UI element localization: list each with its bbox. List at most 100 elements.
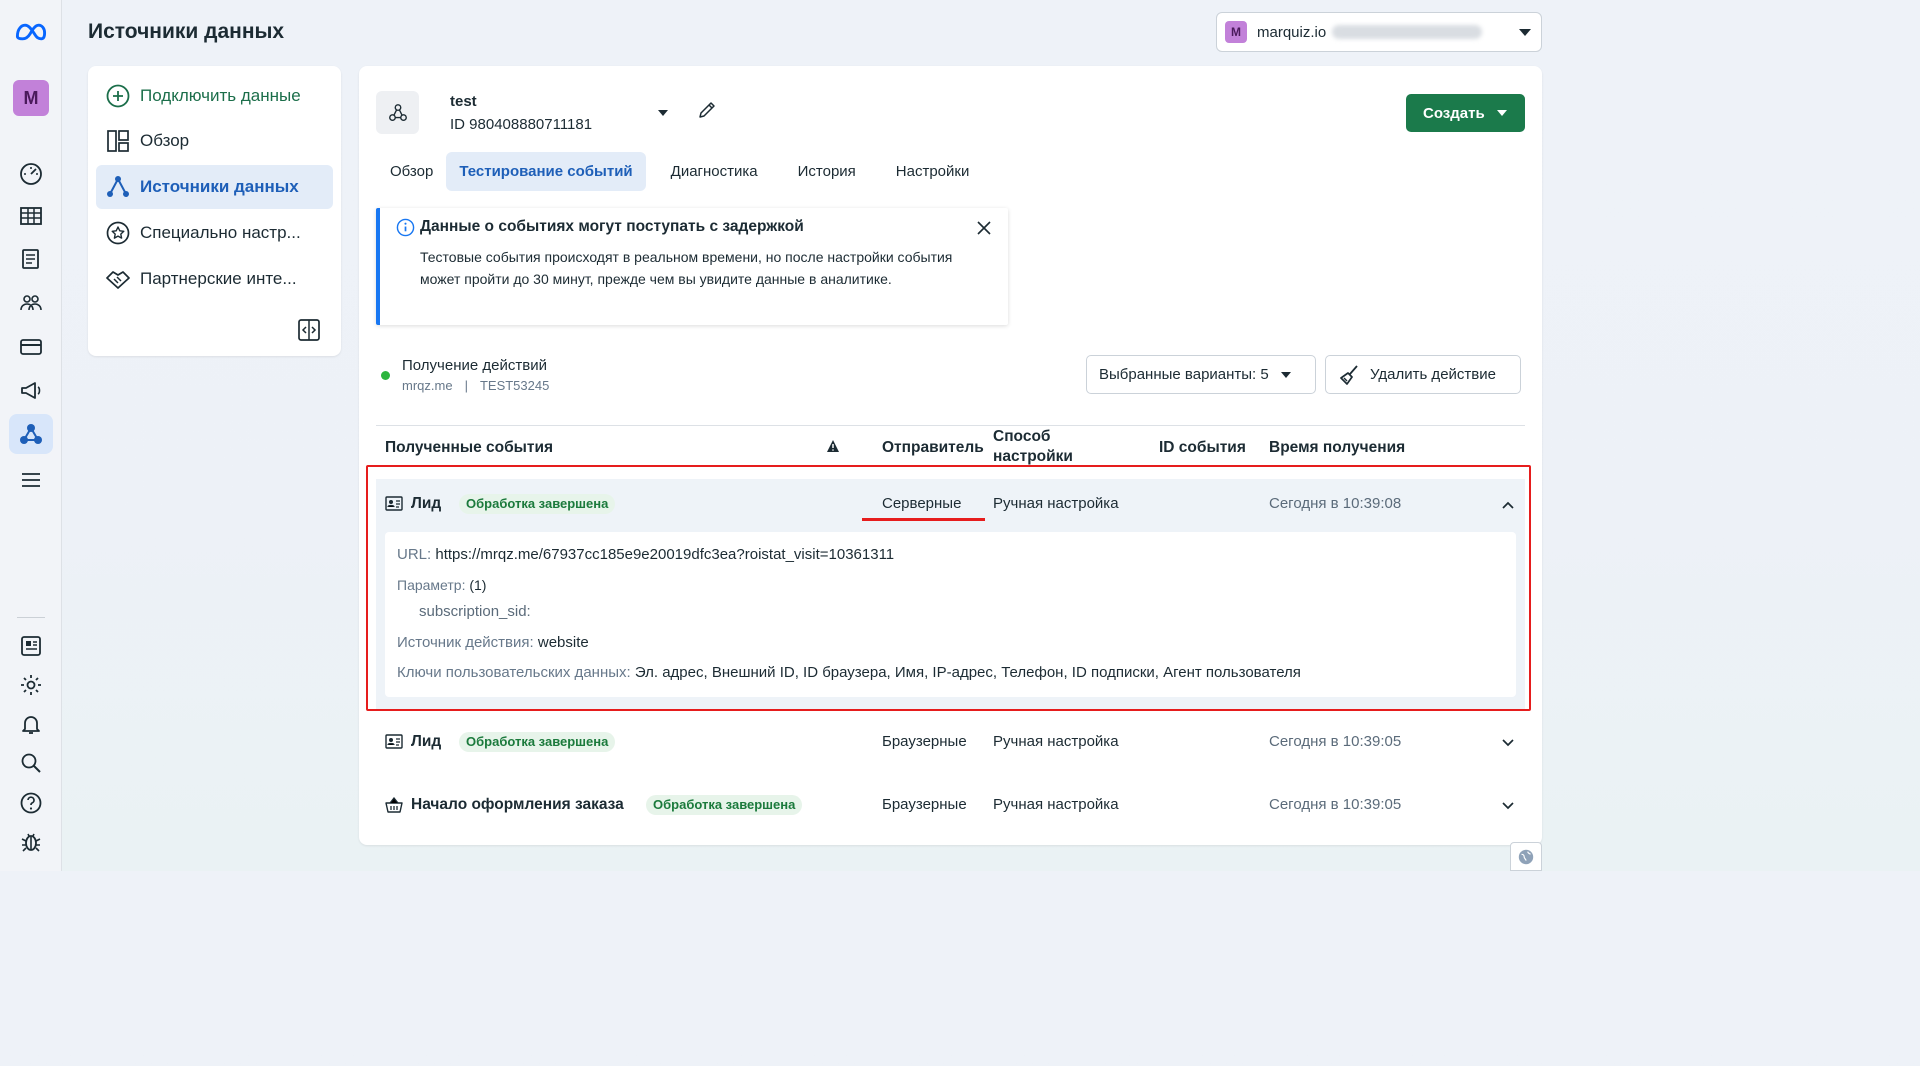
event-details: URL: https://mrqz.me/67937cc185e9e20019d… — [385, 532, 1516, 697]
collapse-sidebar-icon[interactable] — [297, 318, 321, 342]
add-circle-icon — [106, 84, 130, 108]
header-received-events: Полученные события — [385, 439, 554, 456]
lead-card-icon — [385, 734, 403, 749]
detail-source-value: website — [537, 634, 589, 651]
account-id-redacted — [1332, 25, 1483, 39]
events-manager-icon[interactable] — [9, 414, 53, 454]
status-title: Получение действий — [402, 357, 547, 374]
account-selector[interactable]: M marquiz.io — [1216, 12, 1542, 52]
header-setup-method: Способ настройки — [993, 428, 1073, 465]
status-badge: Обработка завершена — [459, 494, 616, 514]
nav-label: Подключить данные — [140, 86, 301, 105]
nav-partner-integrations[interactable]: Партнерские инте... — [96, 257, 333, 301]
left-rail: M — [0, 0, 62, 871]
settings-gear-icon[interactable] — [9, 665, 53, 705]
sender-highlight-underline — [862, 518, 985, 521]
info-icon — [396, 218, 415, 237]
header-event-id: ID события — [1159, 439, 1246, 456]
delete-action-label: Удалить действие — [1370, 366, 1496, 383]
detail-parameter-name: subscription_sid: — [419, 603, 531, 620]
notice-title: Данные о событиях могут поступать с заде… — [420, 218, 804, 235]
nav-overview[interactable]: Обзор — [96, 119, 333, 163]
pages-icon[interactable] — [9, 239, 53, 279]
delay-notice: Данные о событиях могут поступать с заде… — [376, 208, 1008, 325]
nav-custom-conversions[interactable]: Специально настр... — [96, 211, 333, 255]
bug-report-icon[interactable] — [9, 822, 53, 862]
detail-parameter-key: Параметр: — [397, 577, 466, 593]
status-badge: Обработка завершена — [459, 732, 616, 752]
detail-url: URL: https://mrqz.me/67937cc185e9e20019d… — [397, 546, 894, 563]
data-sources-icon — [107, 176, 129, 197]
event-sender: Браузерные — [882, 796, 967, 813]
event-sender: Браузерные — [882, 733, 967, 750]
create-button[interactable]: Создать — [1406, 94, 1525, 132]
handshake-icon — [106, 271, 130, 289]
sidebar-nav: Подключить данные Обзор Источники данных… — [88, 66, 341, 356]
delete-action-button[interactable]: Удалить действие — [1325, 355, 1521, 394]
chevron-up-icon[interactable] — [1501, 498, 1515, 512]
table-icon[interactable] — [9, 196, 53, 236]
header-received-time: Время получения — [1269, 439, 1406, 456]
chevron-down-icon — [1519, 28, 1531, 36]
nav-label: Источники данных — [140, 177, 299, 196]
audience-icon[interactable] — [9, 283, 53, 323]
billing-icon[interactable] — [9, 327, 53, 367]
status-active-dot — [381, 371, 390, 380]
nav-data-sources[interactable]: Источники данных — [96, 165, 333, 209]
detail-keys-key: Ключи пользовательских данных: — [397, 664, 631, 681]
tab-test-events[interactable]: Тестирование событий — [446, 152, 646, 191]
chevron-down-icon — [1496, 110, 1507, 116]
notifications-bell-icon[interactable] — [9, 704, 53, 744]
event-setup-method: Ручная настройка — [993, 733, 1119, 750]
header-sender: Отправитель — [882, 439, 984, 456]
account-avatar[interactable]: M — [13, 80, 49, 116]
language-globe-icon[interactable] — [1510, 842, 1542, 871]
detail-url-value[interactable]: https://mrqz.me/67937cc185e9e20019dfc3ea… — [435, 546, 894, 563]
datasource-dropdown-icon[interactable] — [658, 110, 668, 116]
account-name: marquiz.io — [1257, 23, 1327, 41]
datasource-name[interactable]: test — [450, 93, 477, 110]
nav-label: Специально настр... — [140, 223, 301, 242]
star-badge-icon — [106, 221, 130, 245]
nav-label: Обзор — [140, 131, 190, 150]
main-panel: test ID 980408880711181 Создать Обзор Те… — [359, 66, 1542, 845]
warning-icon[interactable] — [826, 439, 840, 453]
detail-action-source: Источник действия: website — [397, 634, 589, 651]
status-badge: Обработка завершена — [646, 795, 803, 815]
table-divider — [376, 425, 1525, 426]
tab-diagnostics[interactable]: Диагностика — [658, 152, 771, 191]
variants-label: Выбранные варианты: 5 — [1099, 366, 1269, 383]
event-sender: Серверные — [882, 495, 962, 512]
news-icon[interactable] — [9, 626, 53, 666]
table-row[interactable]: Начало оформления заказа Обработка завер… — [376, 781, 1525, 831]
nav-connect-data[interactable]: Подключить данные — [96, 74, 333, 118]
meta-logo-icon[interactable] — [9, 12, 53, 52]
event-time: Сегодня в 10:39:05 — [1269, 733, 1402, 750]
create-button-label: Создать — [1423, 104, 1485, 122]
event-time: Сегодня в 10:39:05 — [1269, 796, 1402, 813]
tab-settings[interactable]: Настройки — [883, 152, 983, 191]
status-subtitle: mrqz.me | TEST53245 — [402, 378, 549, 393]
dashboard-icon[interactable] — [9, 153, 53, 193]
status-domain: mrqz.me — [402, 378, 453, 393]
broom-icon — [1340, 364, 1358, 385]
edit-pencil-icon[interactable] — [697, 100, 717, 120]
chevron-down-icon[interactable] — [1501, 799, 1515, 813]
status-separator: | — [464, 378, 468, 393]
tab-overview[interactable]: Обзор — [377, 152, 446, 191]
nav-label: Партнерские инте... — [140, 269, 297, 288]
menu-icon[interactable] — [9, 460, 53, 500]
help-icon[interactable] — [9, 783, 53, 823]
chevron-down-icon[interactable] — [1501, 736, 1515, 750]
selected-variants-dropdown[interactable]: Выбранные варианты: 5 — [1086, 355, 1316, 394]
shopping-basket-icon — [385, 797, 403, 813]
close-icon[interactable] — [976, 220, 992, 236]
search-icon[interactable] — [9, 743, 53, 783]
rail-divider — [17, 617, 45, 618]
table-row[interactable]: Лид Обработка завершена Серверные Ручная… — [376, 480, 1525, 530]
table-row[interactable]: Лид Обработка завершена Браузерные Ручна… — [376, 718, 1525, 768]
ads-megaphone-icon[interactable] — [9, 370, 53, 410]
account-badge: M — [1225, 21, 1247, 43]
detail-url-key: URL: — [397, 546, 432, 563]
tab-history[interactable]: История — [785, 152, 869, 191]
